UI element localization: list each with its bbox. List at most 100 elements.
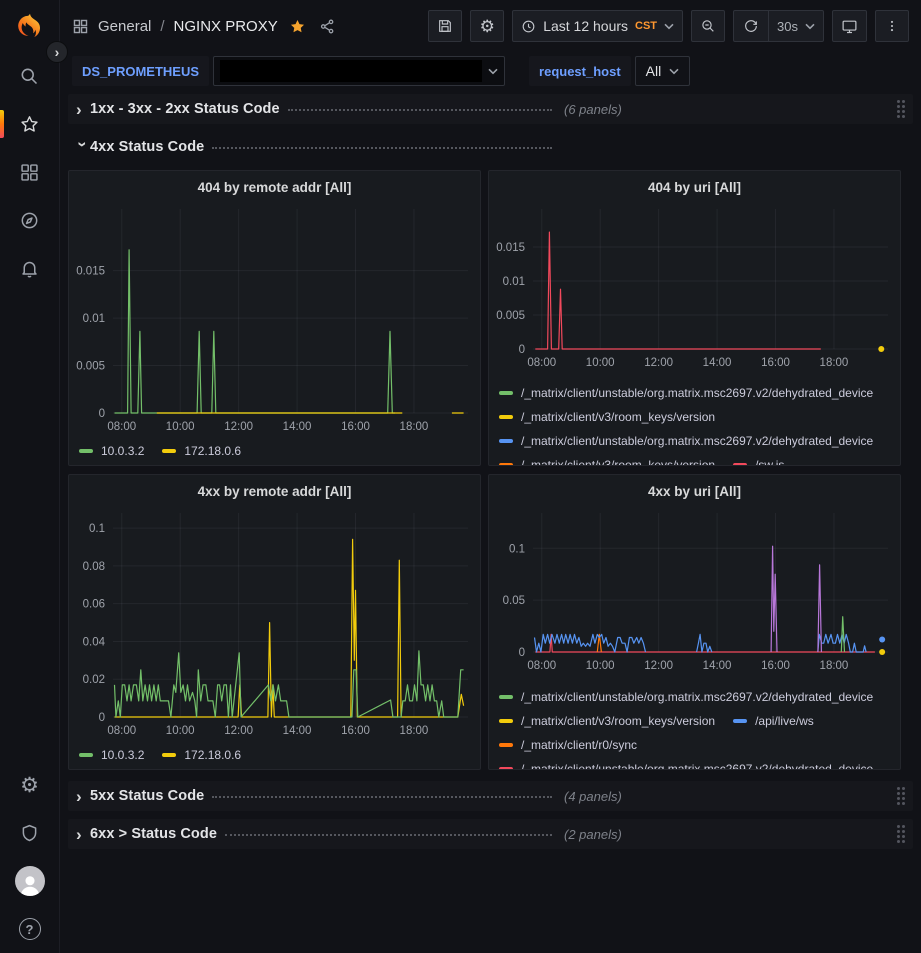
legend-item[interactable]: 10.0.3.2 (79, 745, 144, 765)
breadcrumb-dashboard-title[interactable]: NGINX PROXY (174, 18, 278, 35)
refresh-interval-dropdown[interactable]: 30s (769, 11, 823, 41)
legend-item[interactable]: /_matrix/client/v3/room_keys/version (499, 711, 715, 731)
legend-label: 172.18.0.6 (184, 444, 241, 458)
svg-text:14:00: 14:00 (703, 357, 732, 369)
legend-swatch (499, 391, 513, 395)
series-point-marker (879, 649, 885, 655)
legend-swatch (162, 449, 176, 453)
sidebar-item-configuration[interactable]: ⚙ (0, 761, 60, 809)
dashboard-settings-button[interactable]: ⚙ (470, 10, 504, 42)
share-icon (319, 18, 336, 35)
row-toggle[interactable]: › 4xx Status Code (76, 139, 554, 156)
legend-swatch (79, 449, 93, 453)
legend-label: /_matrix/client/v3/room_keys/version (521, 410, 715, 424)
timezone-badge: CST (635, 20, 657, 32)
svg-text:0.02: 0.02 (83, 674, 105, 686)
row-header-5xx[interactable]: › 5xx Status Code (4 panels) (68, 781, 913, 811)
row-drag-handle[interactable] (893, 821, 909, 847)
sidebar-item-dashboards[interactable] (0, 148, 60, 196)
svg-text:0: 0 (519, 647, 525, 659)
series-line (841, 617, 844, 652)
legend-item[interactable]: /sw.js (733, 455, 784, 466)
sidebar: ⚙ ? › (0, 0, 60, 953)
refresh-dashboard-button[interactable] (734, 11, 768, 41)
panel-legend: 10.0.3.2 172.18.0.6 (79, 441, 476, 461)
row-panel-count: (4 panels) (564, 789, 622, 804)
panel-title[interactable]: 4xx by remote addr [All] (69, 484, 480, 499)
grafana-logo-icon (15, 11, 45, 41)
breadcrumb-folder[interactable]: General (98, 18, 151, 35)
legend-item[interactable]: /_matrix/client/unstable/org.matrix.msc2… (499, 383, 873, 403)
chevron-down-icon (805, 23, 815, 30)
legend-item[interactable]: /_matrix/client/unstable/org.matrix.msc2… (499, 431, 873, 451)
time-range-label: Last 12 hours (543, 18, 628, 34)
panel-title[interactable]: 404 by uri [All] (489, 180, 900, 195)
sidebar-item-server-admin[interactable] (0, 809, 60, 857)
legend-swatch (499, 439, 513, 443)
legend-item[interactable]: /_matrix/client/r0/sync (499, 735, 637, 755)
panel-title[interactable]: 404 by remote addr [All] (69, 180, 480, 195)
request-host-select[interactable]: All (635, 56, 691, 86)
legend-swatch (499, 695, 513, 699)
favorite-star-button[interactable] (289, 18, 306, 35)
row-toggle[interactable]: › 1xx - 3xx - 2xx Status Code (76, 101, 554, 118)
row-toggle[interactable]: › 6xx > Status Code (76, 826, 554, 843)
panel-legend: /_matrix/client/unstable/org.matrix.msc2… (499, 687, 896, 770)
svg-text:16:00: 16:00 (761, 357, 790, 369)
svg-text:12:00: 12:00 (224, 725, 253, 737)
svg-text:08:00: 08:00 (527, 660, 556, 672)
row-toggle[interactable]: › 5xx Status Code (76, 788, 554, 805)
sidebar-item-starred[interactable] (0, 100, 60, 148)
time-range-picker[interactable]: Last 12 hours CST (512, 10, 683, 42)
legend-item[interactable]: /_matrix/client/unstable/org.matrix.msc2… (499, 687, 873, 707)
chevron-right-icon: › (76, 101, 90, 118)
row-panel-count: (6 panels) (564, 102, 622, 117)
legend-swatch (733, 463, 747, 466)
legend-item[interactable]: /_matrix/client/unstable/org.matrix.msc2… (499, 759, 873, 770)
save-dashboard-button[interactable] (428, 10, 462, 42)
legend-label: /_matrix/client/unstable/org.matrix.msc2… (521, 690, 873, 704)
legend-item[interactable]: /_matrix/client/v3/room_keys/version (499, 455, 715, 466)
svg-text:18:00: 18:00 (400, 421, 429, 433)
sidebar-item-explore[interactable] (0, 196, 60, 244)
legend-swatch (499, 719, 513, 723)
request-host-variable-label[interactable]: request_host (529, 56, 631, 86)
refresh-interval-value: 30s (777, 19, 798, 34)
row-drag-handle[interactable] (893, 96, 909, 122)
panel-title[interactable]: 4xx by uri [All] (489, 484, 900, 499)
legend-item[interactable]: 172.18.0.6 (162, 441, 241, 461)
svg-text:10:00: 10:00 (166, 725, 195, 737)
row-header-6xx[interactable]: › 6xx > Status Code (2 panels) (68, 819, 913, 849)
row-drag-handle[interactable] (893, 783, 909, 809)
svg-text:0: 0 (99, 712, 105, 724)
legend-item[interactable]: /api/live/ws (733, 711, 814, 731)
row-header-4xx[interactable]: › 4xx Status Code (68, 132, 913, 162)
legend-item[interactable]: /_matrix/client/v3/room_keys/version (499, 407, 715, 427)
cycle-view-mode-button[interactable] (832, 10, 867, 42)
dotted-leader (212, 796, 552, 798)
datasource-value-redacted (220, 60, 482, 82)
help-icon: ? (19, 918, 41, 940)
legend-swatch (499, 767, 513, 770)
svg-text:10:00: 10:00 (166, 421, 195, 433)
sidebar-item-help[interactable]: ? (0, 905, 60, 953)
svg-text:0.01: 0.01 (503, 276, 525, 288)
svg-text:16:00: 16:00 (761, 660, 790, 672)
expand-sidebar-button[interactable]: › (46, 41, 68, 63)
share-button[interactable] (319, 18, 336, 35)
sidebar-item-alerting[interactable] (0, 244, 60, 292)
svg-text:0.1: 0.1 (89, 523, 105, 535)
svg-text:18:00: 18:00 (400, 725, 429, 737)
datasource-select[interactable] (213, 56, 505, 86)
breadcrumb-separator: / (160, 18, 164, 35)
row-title: 1xx - 3xx - 2xx Status Code (90, 101, 280, 117)
legend-label: 10.0.3.2 (101, 748, 144, 762)
clock-icon (521, 19, 536, 34)
more-options-button[interactable] (875, 10, 909, 42)
datasource-variable-label[interactable]: DS_PROMETHEUS (72, 56, 209, 86)
legend-item[interactable]: 10.0.3.2 (79, 441, 144, 461)
zoom-out-time-button[interactable] (691, 10, 725, 42)
sidebar-item-profile[interactable] (0, 857, 60, 905)
row-header-1xx-3xx-2xx[interactable]: › 1xx - 3xx - 2xx Status Code (6 panels) (68, 94, 913, 124)
legend-item[interactable]: 172.18.0.6 (162, 745, 241, 765)
